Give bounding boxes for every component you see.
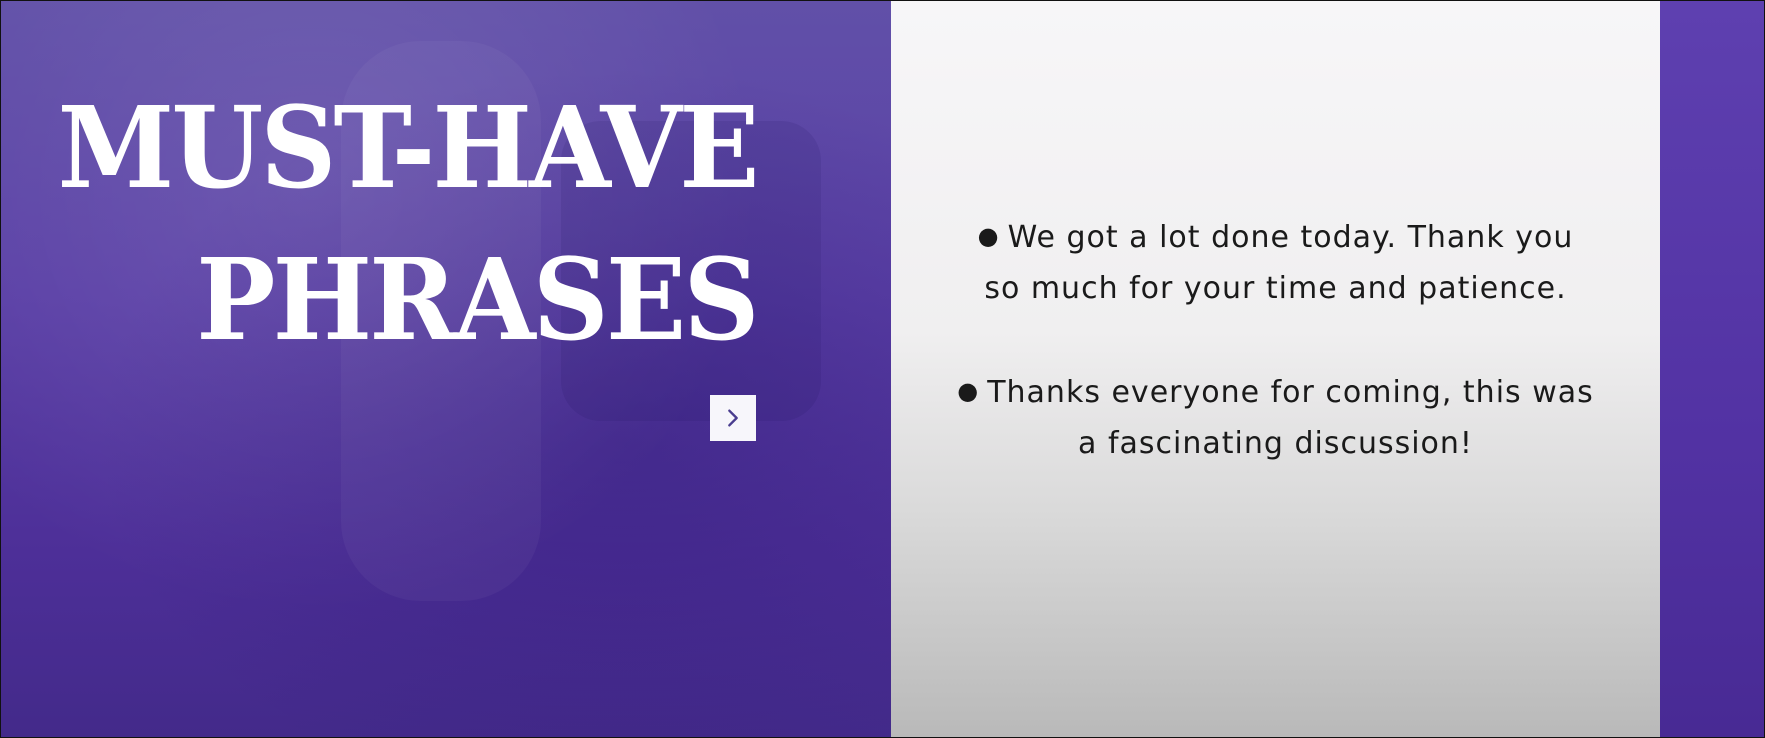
content-panel: ● We got a lot done today. Thank you so m… xyxy=(891,1,1660,737)
phrase-text: Thanks everyone for coming, this was a f… xyxy=(987,375,1594,461)
title-line-1: MUST-HAVE xyxy=(57,83,760,214)
phrase-item: ● We got a lot done today. Thank you so m… xyxy=(956,211,1596,314)
next-button[interactable] xyxy=(710,395,756,441)
slide-frame: MUST-HAVE PHRASES ● We got a lot done tod… xyxy=(0,0,1765,738)
phrase-list: ● We got a lot done today. Thank you so m… xyxy=(891,211,1660,521)
title-panel: MUST-HAVE PHRASES xyxy=(1,1,891,737)
chevron-right-icon xyxy=(728,409,738,427)
phrase-text: We got a lot done today. Thank you so mu… xyxy=(984,220,1574,306)
bullet-icon: ● xyxy=(977,222,1000,250)
title-line-2: PHRASES xyxy=(196,235,760,366)
phrase-item: ● Thanks everyone for coming, this was a … xyxy=(956,366,1596,469)
slide-title: MUST-HAVE PHRASES xyxy=(57,73,760,377)
adjacent-slide-edge xyxy=(1660,1,1764,737)
bullet-icon: ● xyxy=(957,377,980,405)
